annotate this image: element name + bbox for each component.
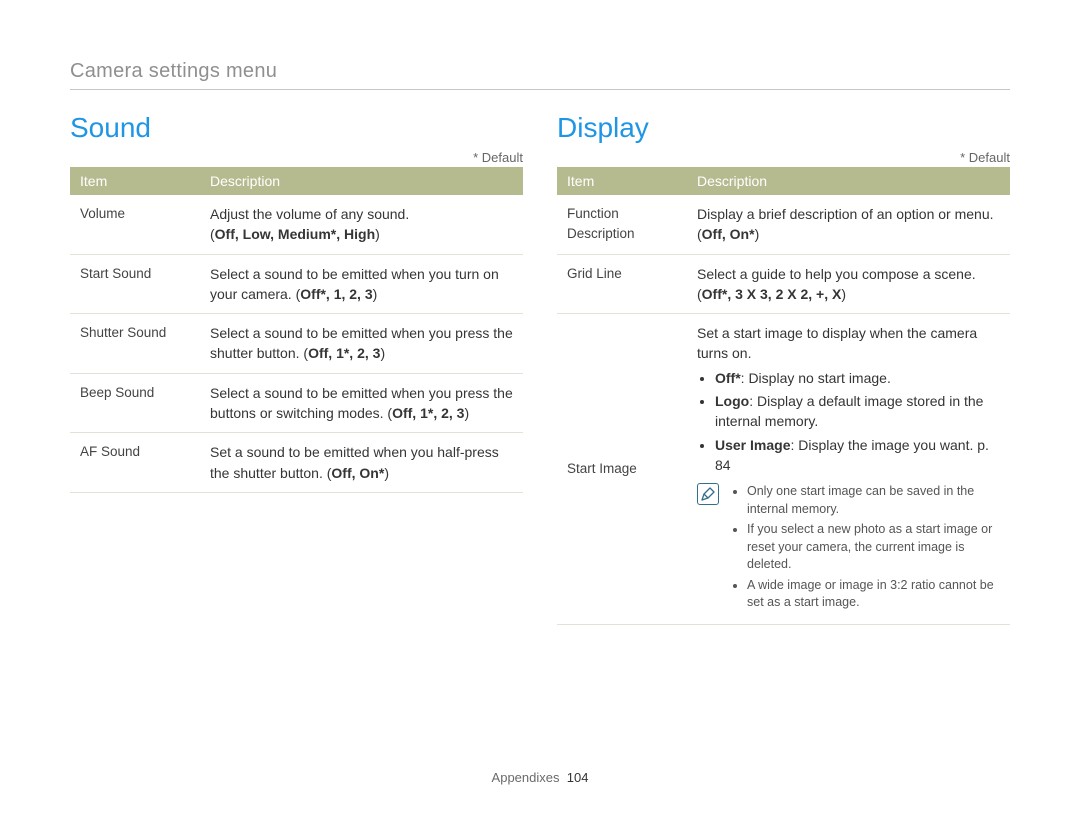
sound-header-description: Description (200, 167, 523, 195)
pencil-icon (700, 486, 716, 502)
row-item: Start Image (557, 314, 687, 625)
list-item: If you select a new photo as a start ima… (747, 521, 1000, 574)
start-image-bullets: Off*: Display no start image. Logo: Disp… (697, 368, 1000, 475)
list-item: A wide image or image in 3:2 ratio canno… (747, 577, 1000, 612)
paren-close: ) (375, 226, 380, 242)
row-description: Set a sound to be emitted when you half-… (200, 433, 523, 493)
row-description: Select a sound to be emitted when you pr… (200, 373, 523, 433)
sound-header-item: Item (70, 167, 200, 195)
row-desc-text: Select a guide to help you compose a sce… (697, 266, 976, 282)
table-row: Shutter Sound Select a sound to be emitt… (70, 314, 523, 374)
list-item: Off*: Display no start image. (715, 368, 1000, 388)
footer: Appendixes 104 (0, 770, 1080, 785)
default-note-sound: * Default (70, 150, 523, 165)
table-row: Start Sound Select a sound to be emitted… (70, 254, 523, 314)
row-options: Off, On* (331, 465, 384, 481)
bullet-label: Logo (715, 393, 749, 409)
note-list: Only one start image can be saved in the… (729, 483, 1000, 615)
sound-column: Sound * Default Item Description Volume … (70, 112, 523, 625)
row-description: Select a sound to be emitted when you tu… (200, 254, 523, 314)
table-row: Grid Line Select a guide to help you com… (557, 254, 1010, 314)
table-row: Start Image Set a start image to display… (557, 314, 1010, 625)
row-description: Select a guide to help you compose a sce… (687, 254, 1010, 314)
paren-close: ) (373, 286, 378, 302)
row-item: Start Sound (70, 254, 200, 314)
table-row: Volume Adjust the volume of any sound. (… (70, 195, 523, 254)
note-icon (697, 483, 719, 505)
paren-close: ) (755, 226, 760, 242)
row-options: Off, 1*, 2, 3 (308, 345, 380, 361)
row-options: Off, On* (702, 226, 755, 242)
default-note-display: * Default (557, 150, 1010, 165)
row-description: Display a brief description of an option… (687, 195, 1010, 254)
table-row: Function Description Display a brief des… (557, 195, 1010, 254)
row-description: Select a sound to be emitted when you pr… (200, 314, 523, 374)
sound-table: Item Description Volume Adjust the volum… (70, 167, 523, 493)
row-options: Off, 1*, 2, 3 (392, 405, 464, 421)
display-header-description: Description (687, 167, 1010, 195)
list-item: Only one start image can be saved in the… (747, 483, 1000, 518)
list-item: Logo: Display a default image stored in … (715, 391, 1000, 432)
sound-title: Sound (70, 112, 523, 144)
row-description: Adjust the volume of any sound. (Off, Lo… (200, 195, 523, 254)
display-column: Display * Default Item Description Funct… (557, 112, 1010, 625)
bullet-text: : Display no start image. (741, 370, 891, 386)
row-item: Beep Sound (70, 373, 200, 433)
table-row: AF Sound Set a sound to be emitted when … (70, 433, 523, 493)
display-title: Display (557, 112, 1010, 144)
row-item: Function Description (557, 195, 687, 254)
row-options: Off*, 1, 2, 3 (300, 286, 372, 302)
bullet-label: Off* (715, 370, 741, 386)
breadcrumb: Camera settings menu (70, 60, 1010, 90)
list-item: User Image: Display the image you want. … (715, 435, 1000, 476)
columns: Sound * Default Item Description Volume … (70, 112, 1010, 625)
footer-page-number: 104 (567, 770, 589, 785)
row-desc-text: Adjust the volume of any sound. (210, 206, 409, 222)
paren-close: ) (380, 345, 385, 361)
table-row: Beep Sound Select a sound to be emitted … (70, 373, 523, 433)
row-desc-text: Display a brief description of an option… (697, 206, 994, 222)
display-table: Item Description Function Description Di… (557, 167, 1010, 625)
display-header-item: Item (557, 167, 687, 195)
bullet-text: : Display a default image stored in the … (715, 393, 983, 429)
row-options: Off, Low, Medium*, High (215, 226, 375, 242)
note-block: Only one start image can be saved in the… (697, 483, 1000, 615)
row-item: Grid Line (557, 254, 687, 314)
paren-close: ) (384, 465, 389, 481)
row-item: Shutter Sound (70, 314, 200, 374)
page: Camera settings menu Sound * Default Ite… (0, 0, 1080, 815)
paren-close: ) (464, 405, 469, 421)
start-image-intro: Set a start image to display when the ca… (697, 325, 977, 361)
row-description: Set a start image to display when the ca… (687, 314, 1010, 625)
row-options: Off*, 3 X 3, 2 X 2, +, X (702, 286, 842, 302)
row-item: Volume (70, 195, 200, 254)
row-item: AF Sound (70, 433, 200, 493)
bullet-label: User Image (715, 437, 790, 453)
footer-section: Appendixes (492, 770, 560, 785)
paren-close: ) (841, 286, 846, 302)
